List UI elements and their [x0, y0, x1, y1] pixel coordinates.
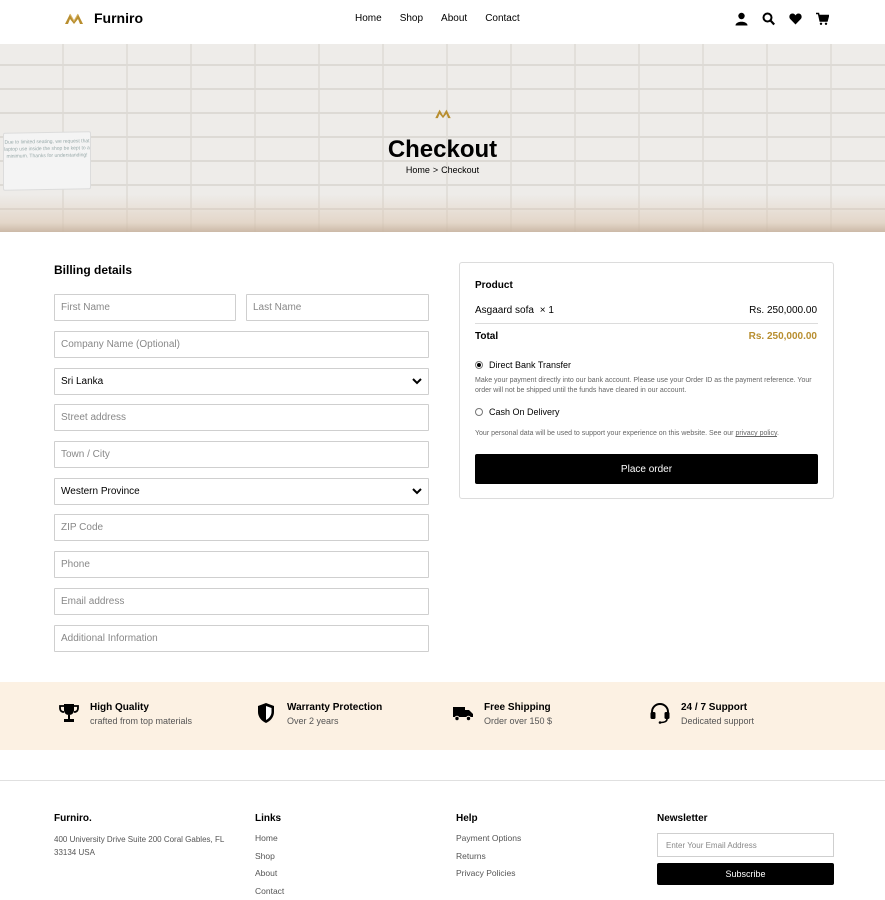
nav-shop[interactable]: Shop: [400, 13, 423, 24]
divider: [475, 323, 818, 324]
feature-free-shipping: Free Shipping Order over 150 $: [452, 702, 552, 726]
street-address-input[interactable]: Street address: [54, 404, 429, 431]
place-order-button[interactable]: Place order: [475, 454, 818, 484]
privacy-policy-link[interactable]: privacy policy: [735, 430, 777, 437]
order-item-name: Asgaard sofa: [475, 305, 534, 316]
footer-divider: [0, 780, 885, 781]
hero-banner: Due to limited seating, we request that …: [0, 44, 885, 232]
zip-code-input[interactable]: ZIP Code: [54, 514, 429, 541]
brand-logo[interactable]: Furniro: [64, 10, 143, 26]
order-item-qty: × 1: [539, 305, 554, 316]
order-total-label: Total: [475, 331, 499, 342]
feature-subtitle: Order over 150 $: [484, 716, 553, 726]
footer-help-payment-options[interactable]: Payment Options: [456, 833, 521, 843]
breadcrumb: Home > Checkout: [0, 165, 885, 175]
footer-link-home[interactable]: Home: [255, 833, 278, 843]
first-name-input[interactable]: First Name: [54, 294, 236, 321]
footer-links-title: Links: [255, 813, 282, 824]
site-header: Furniro Home Shop About Contact: [0, 0, 885, 44]
main-nav: Home Shop About Contact: [355, 13, 538, 24]
breadcrumb-separator: >: [432, 165, 439, 175]
features-band: High Quality crafted from top materials …: [0, 682, 885, 750]
payment-option-label: Direct Bank Transfer: [489, 360, 572, 370]
order-summary: Product Asgaard sofa × 1 Rs. 250,000.00 …: [459, 262, 834, 499]
trophy-icon: [59, 704, 79, 722]
breadcrumb-home[interactable]: Home: [406, 165, 430, 175]
chevron-down-icon: [412, 488, 422, 495]
feature-high-quality: High Quality crafted from top materials: [58, 702, 192, 726]
footer-help-privacy-policies[interactable]: Privacy Policies: [456, 868, 516, 878]
feature-warranty: Warranty Protection Over 2 years: [255, 702, 382, 726]
country-select-value: Sri Lanka: [61, 376, 104, 387]
feature-subtitle: crafted from top materials: [90, 716, 193, 726]
feature-title: 24 / 7 Support: [681, 702, 748, 713]
truck-icon: [453, 707, 473, 722]
footer-link-contact[interactable]: Contact: [255, 886, 284, 896]
footer-newsletter-title: Newsletter: [657, 813, 708, 824]
headset-icon: [650, 702, 670, 724]
order-item-price: Rs. 250,000.00: [749, 305, 817, 316]
chevron-down-icon: [412, 378, 422, 385]
footer-link-about[interactable]: About: [255, 868, 277, 878]
search-icon[interactable]: [762, 12, 776, 26]
brand-name: Furniro: [94, 10, 143, 26]
subscribe-button[interactable]: Subscribe: [657, 863, 834, 885]
payment-option-bank-transfer[interactable]: Direct Bank Transfer: [475, 360, 571, 370]
feature-subtitle: Dedicated support: [681, 716, 755, 726]
footer-brand: Furniro.: [54, 813, 92, 824]
feature-subtitle: Over 2 years: [287, 716, 339, 726]
footer-address: 400 University Drive Suite 200 Coral Gab…: [54, 835, 224, 857]
nav-home[interactable]: Home: [355, 13, 382, 24]
furniro-logo-icon: [65, 13, 83, 24]
feature-title: Warranty Protection: [287, 702, 383, 713]
bank-transfer-description: Make your payment directly into our bank…: [475, 377, 812, 394]
order-total-price: Rs. 250,000.00: [748, 331, 817, 342]
footer-link-shop[interactable]: Shop: [255, 851, 275, 861]
phone-input[interactable]: Phone: [54, 551, 429, 578]
last-name-input[interactable]: Last Name: [246, 294, 429, 321]
feature-support: 24 / 7 Support Dedicated support: [649, 702, 754, 726]
feature-title: High Quality: [90, 702, 149, 713]
nav-contact[interactable]: Contact: [485, 13, 519, 24]
town-city-input[interactable]: Town / City: [54, 441, 429, 468]
radio-button-checked[interactable]: [475, 361, 483, 369]
privacy-notice: Your personal data will be used to suppo…: [475, 430, 779, 437]
billing-details-heading: Billing details: [54, 263, 133, 277]
shield-icon: [258, 703, 274, 723]
payment-option-label: Cash On Delivery: [489, 407, 560, 417]
order-product-heading: Product: [475, 280, 513, 291]
country-select[interactable]: Sri Lanka: [54, 368, 429, 395]
heart-icon[interactable]: [789, 12, 802, 26]
footer-help-title: Help: [456, 813, 478, 824]
cart-icon[interactable]: [816, 12, 830, 26]
order-item: Asgaard sofa × 1: [475, 305, 554, 316]
payment-option-cash-on-delivery[interactable]: Cash On Delivery: [475, 407, 560, 417]
footer-help-returns[interactable]: Returns: [456, 851, 486, 861]
email-address-input[interactable]: Email address: [54, 588, 429, 615]
province-select[interactable]: Western Province: [54, 478, 429, 505]
hero-logo-icon: [435, 109, 451, 119]
nav-about[interactable]: About: [441, 13, 467, 24]
feature-title: Free Shipping: [484, 702, 551, 713]
radio-button[interactable]: [475, 408, 483, 416]
newsletter-email-input[interactable]: Enter Your Email Address: [657, 833, 834, 857]
header-icon-group: [735, 12, 830, 26]
user-icon[interactable]: [735, 12, 748, 26]
breadcrumb-current: Checkout: [441, 165, 480, 175]
province-select-value: Western Province: [61, 486, 140, 497]
additional-info-input[interactable]: Additional Information: [54, 625, 429, 652]
page-title: Checkout: [387, 136, 498, 163]
company-name-input[interactable]: Company Name (Optional): [54, 331, 429, 358]
